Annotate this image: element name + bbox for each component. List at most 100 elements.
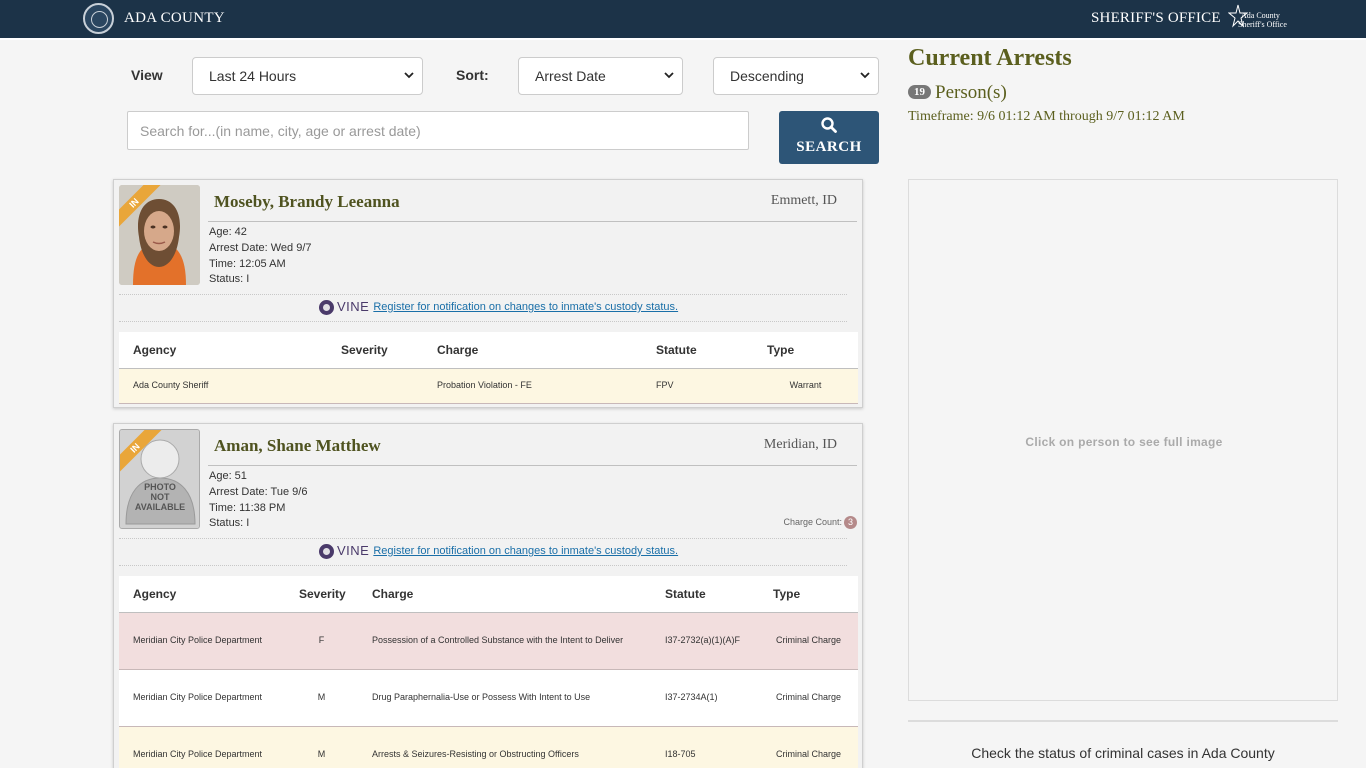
divider bbox=[119, 565, 847, 566]
inmate-age: Age: 51 bbox=[209, 470, 247, 482]
vine-logo: VINE bbox=[319, 299, 370, 316]
svg-text:AVAILABLE: AVAILABLE bbox=[135, 502, 185, 512]
vine-icon bbox=[319, 544, 334, 560]
column-header-statute: Statute bbox=[642, 332, 753, 369]
charge-count: Charge Count: 3 bbox=[783, 516, 857, 529]
column-header-type: Type bbox=[753, 332, 858, 369]
charge-agency: Meridian City Police Department bbox=[119, 726, 285, 768]
inmate-status: Status: I bbox=[209, 517, 250, 529]
view-select-value: Last 24 Hours bbox=[209, 68, 297, 84]
column-header-statute: Statute bbox=[651, 576, 759, 613]
inmate-photo[interactable]: IN bbox=[119, 185, 200, 285]
inmate-card[interactable]: PHOTO NOT AVAILABLE IN Aman, Shane Matth… bbox=[113, 423, 863, 768]
charge-type: Criminal Charge bbox=[759, 726, 858, 768]
vine-notification: VINE Register for notification on changes… bbox=[319, 299, 678, 316]
search-placeholder: Search for...(in name, city, age or arre… bbox=[140, 123, 421, 139]
charge-statute: I37-2734A(1) bbox=[651, 669, 759, 727]
view-label: View bbox=[131, 67, 163, 83]
column-header-agency: Agency bbox=[119, 332, 327, 369]
charge-severity: M bbox=[285, 726, 358, 768]
office-name[interactable]: SHERIFF'S OFFICE bbox=[1091, 10, 1221, 27]
check-cases-link[interactable]: Check the status of criminal cases in Ad… bbox=[908, 745, 1338, 761]
sheriff-badge-logo[interactable]: Ada County Sheriff's Office bbox=[1228, 3, 1287, 35]
search-button-label: SEARCH bbox=[796, 139, 862, 155]
charges-table: Agency Severity Charge Statute Type Meri… bbox=[119, 576, 858, 768]
charge-row: Meridian City Police Department F Posses… bbox=[119, 612, 858, 670]
inmate-photo[interactable]: PHOTO NOT AVAILABLE IN bbox=[119, 429, 200, 529]
vine-logo: VINE bbox=[319, 543, 370, 560]
vine-register-link[interactable]: Register for notification on changes to … bbox=[373, 301, 678, 313]
inmate-city: Meridian, ID bbox=[763, 437, 837, 452]
inmate-name[interactable]: Moseby, Brandy Leeanna bbox=[214, 192, 400, 212]
divider bbox=[208, 465, 857, 466]
inmate-card[interactable]: IN Moseby, Brandy Leeanna Emmett, ID Age… bbox=[113, 179, 863, 408]
person-count-badge: 19 bbox=[908, 84, 931, 99]
charge-type: Criminal Charge bbox=[759, 612, 858, 670]
inmate-name[interactable]: Aman, Shane Matthew bbox=[214, 436, 381, 456]
divider bbox=[119, 321, 847, 322]
charge-type: Warrant bbox=[753, 368, 858, 404]
charge-description: Probation Violation - FE bbox=[423, 368, 642, 404]
page-title: Current Arrests bbox=[908, 45, 1072, 71]
charge-count-badge: 3 bbox=[844, 516, 857, 529]
order-select-value: Descending bbox=[730, 68, 804, 84]
sort-label: Sort: bbox=[456, 67, 489, 83]
county-name[interactable]: ADA COUNTY bbox=[124, 10, 225, 27]
search-button[interactable]: SEARCH bbox=[779, 111, 879, 164]
full-image-panel: Click on person to see full image bbox=[908, 179, 1338, 701]
charge-row: Ada County Sheriff Probation Violation -… bbox=[119, 368, 858, 404]
image-panel-hint: Click on person to see full image bbox=[1025, 435, 1223, 449]
badge-line1: Ada County bbox=[1241, 11, 1280, 20]
charge-agency: Ada County Sheriff bbox=[119, 368, 327, 404]
column-header-severity: Severity bbox=[327, 332, 423, 369]
divider bbox=[119, 294, 847, 295]
sort-select-value: Arrest Date bbox=[535, 68, 606, 84]
timeframe: Timeframe: 9/6 01:12 AM through 9/7 01:1… bbox=[908, 109, 1185, 124]
inmate-arrest-date: Arrest Date: Wed 9/7 bbox=[209, 242, 312, 254]
charge-severity bbox=[327, 368, 423, 404]
charge-statute: FPV bbox=[642, 368, 753, 404]
charge-agency: Meridian City Police Department bbox=[119, 669, 285, 727]
chevron-down-icon bbox=[664, 72, 674, 79]
vine-logo-text: VINE bbox=[337, 299, 370, 314]
column-header-type: Type bbox=[759, 576, 858, 613]
charge-statute: I37-2732(a)(1)(A)F bbox=[651, 612, 759, 670]
inmate-city: Emmett, ID bbox=[770, 193, 837, 208]
column-header-agency: Agency bbox=[119, 576, 285, 613]
charge-agency: Meridian City Police Department bbox=[119, 612, 285, 670]
chevron-down-icon bbox=[860, 72, 870, 79]
charge-description: Drug Paraphernalia-Use or Possess With I… bbox=[358, 669, 651, 727]
inmate-age: Age: 42 bbox=[209, 226, 247, 238]
inmate-arrest-time: Time: 12:05 AM bbox=[209, 258, 286, 270]
search-icon bbox=[821, 117, 837, 133]
charges-table: Agency Severity Charge Statute Type Ada … bbox=[119, 332, 858, 404]
charge-type: Criminal Charge bbox=[759, 669, 858, 727]
divider bbox=[119, 538, 847, 539]
order-select[interactable]: Descending bbox=[713, 57, 879, 95]
person-count-label: Person(s) bbox=[935, 82, 1007, 103]
view-select[interactable]: Last 24 Hours bbox=[192, 57, 423, 95]
inmate-arrest-date: Arrest Date: Tue 9/6 bbox=[209, 486, 308, 498]
person-count: 19 Person(s) bbox=[908, 82, 1007, 104]
site-header: ADA COUNTY SHERIFF'S OFFICE Ada County S… bbox=[0, 0, 1366, 40]
charge-row: Meridian City Police Department M Arrest… bbox=[119, 726, 858, 768]
divider bbox=[908, 720, 1338, 722]
vine-icon bbox=[319, 300, 334, 316]
county-seal-logo[interactable] bbox=[83, 3, 114, 34]
chevron-down-icon bbox=[404, 72, 414, 79]
badge-line2: Sheriff's Office bbox=[1238, 20, 1287, 29]
charge-statute: I18-705 bbox=[651, 726, 759, 768]
vine-logo-text: VINE bbox=[337, 543, 370, 558]
charge-count-label: Charge Count: bbox=[783, 517, 842, 527]
vine-register-link[interactable]: Register for notification on changes to … bbox=[373, 545, 678, 557]
column-header-severity: Severity bbox=[285, 576, 358, 613]
svg-text:NOT: NOT bbox=[151, 492, 171, 502]
charge-severity: M bbox=[285, 669, 358, 727]
column-header-charge: Charge bbox=[423, 332, 642, 369]
sort-select[interactable]: Arrest Date bbox=[518, 57, 683, 95]
inmate-status: Status: I bbox=[209, 273, 250, 285]
inmate-arrest-time: Time: 11:38 PM bbox=[209, 502, 286, 514]
charge-description: Possession of a Controlled Substance wit… bbox=[358, 612, 651, 670]
divider bbox=[208, 221, 857, 222]
search-input[interactable]: Search for...(in name, city, age or arre… bbox=[127, 111, 749, 150]
